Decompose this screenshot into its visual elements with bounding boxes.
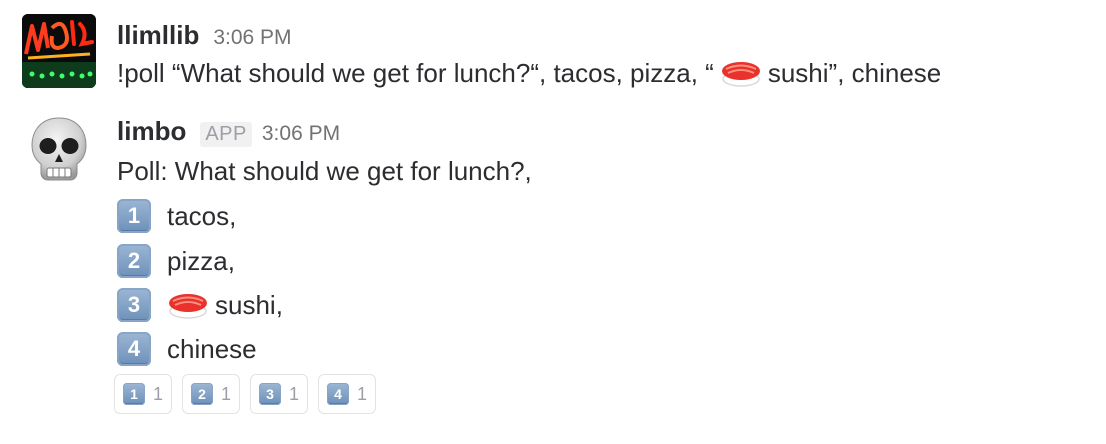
poll-title-text: Poll: What should we get for lunch?, xyxy=(117,156,532,186)
neon-sign-avatar-icon xyxy=(22,14,96,88)
keycap-4-icon: 4 xyxy=(117,332,151,366)
sushi-icon xyxy=(721,62,760,87)
user-avatar[interactable] xyxy=(22,14,96,88)
app-badge: APP xyxy=(200,122,252,147)
poll-option-label: sushi, xyxy=(215,290,283,320)
message-header: llimllib 3:06 PM xyxy=(117,20,292,51)
reaction-count: 1 xyxy=(221,383,232,404)
poll-option-label: tacos, xyxy=(167,201,237,231)
message-header: limbo APP 3:06 PM xyxy=(117,116,340,147)
keycap-2-icon: 2 xyxy=(191,383,214,405)
username[interactable]: limbo xyxy=(117,116,186,147)
reaction-2-button[interactable]: 2 1 xyxy=(182,374,241,414)
reaction-count: 1 xyxy=(153,383,164,404)
message-text-part: sushi”, chinese xyxy=(767,58,942,88)
sushi-icon xyxy=(169,294,207,319)
reaction-1-button[interactable]: 1 1 xyxy=(114,374,173,414)
poll-option-label: pizza, xyxy=(167,246,235,276)
reaction-count: 1 xyxy=(357,383,368,404)
reactions-bar: 1 1 2 1 3 1 4 1 xyxy=(114,374,377,414)
keycap-3-icon: 3 xyxy=(117,288,151,322)
poll-option-label: chinese xyxy=(167,334,257,364)
poll-option: 2 pizza, xyxy=(117,244,235,278)
reaction-3-button[interactable]: 3 1 xyxy=(250,374,309,414)
poll-title: Poll: What should we get for lunch?, xyxy=(117,155,532,187)
message-text-part: !poll “What should we get for lunch?“, t… xyxy=(117,58,714,88)
timestamp[interactable]: 3:06 PM xyxy=(213,26,291,50)
keycap-3-icon: 3 xyxy=(259,383,282,405)
username[interactable]: llimllib xyxy=(117,20,199,51)
app-avatar[interactable] xyxy=(22,112,96,186)
poll-option: 3 sushi, xyxy=(117,288,283,322)
poll-option: 1 tacos, xyxy=(117,199,236,233)
reaction-count: 1 xyxy=(289,383,300,404)
poll-option: 4 chinese xyxy=(117,332,257,366)
keycap-1-icon: 1 xyxy=(117,199,151,233)
message-text: !poll “What should we get for lunch?“, t… xyxy=(117,57,941,89)
skull-icon xyxy=(31,117,87,181)
keycap-4-icon: 4 xyxy=(327,383,350,405)
timestamp[interactable]: 3:06 PM xyxy=(262,122,340,146)
keycap-1-icon: 1 xyxy=(123,383,145,405)
reaction-4-button[interactable]: 4 1 xyxy=(318,374,377,414)
keycap-2-icon: 2 xyxy=(117,244,151,278)
